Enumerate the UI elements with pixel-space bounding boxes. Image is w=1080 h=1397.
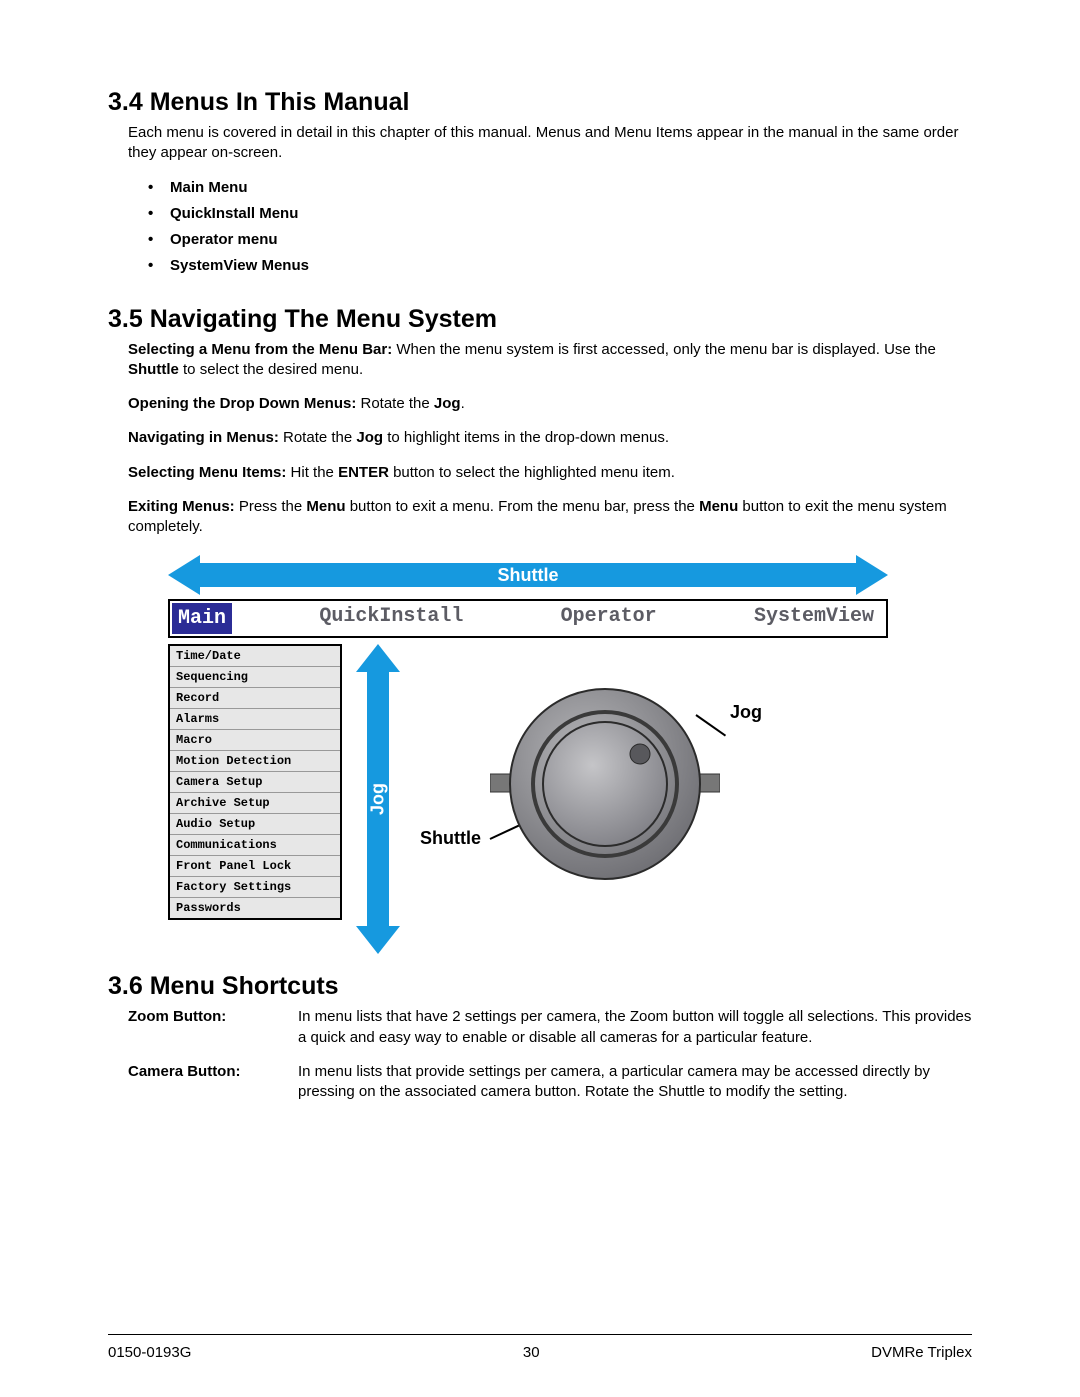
main-dropdown: Time/Date Sequencing Record Alarms Macro… [168, 644, 342, 920]
shortcut-label: Zoom Button: [128, 1007, 298, 1048]
tab-systemview: SystemView [742, 601, 886, 636]
footer-docnum: 0150-0193G [108, 1344, 191, 1361]
exiting-para: Exiting Menus: Press the Menu button to … [128, 497, 972, 538]
tab-quickinstall: QuickInstall [307, 601, 475, 636]
dropdown-item: Alarms [170, 709, 340, 730]
dropdown-item: Communications [170, 835, 340, 856]
heading-3-6: 3.6 Menu Shortcuts [108, 972, 972, 1001]
dropdown-item: Time/Date [170, 646, 340, 667]
dropdown-item: Motion Detection [170, 751, 340, 772]
dropdown-item: Archive Setup [170, 793, 340, 814]
bullet-item: Main Menu [148, 178, 972, 198]
tab-main: Main [172, 603, 232, 634]
dropdown-item: Audio Setup [170, 814, 340, 835]
shuttle-horizontal-arrow: Shuttle [168, 555, 888, 595]
jog-vertical-arrow: Jog [356, 644, 400, 954]
bullet-item: QuickInstall Menu [148, 204, 972, 224]
dropdown-item: Factory Settings [170, 877, 340, 898]
shortcut-camera: Camera Button: In menu lists that provid… [128, 1062, 972, 1103]
label-bold: Navigating in Menus: [128, 429, 279, 446]
label-bold: Selecting a Menu from the Menu Bar: [128, 341, 392, 358]
jog-shuttle-dial: Jog Shuttle [400, 644, 840, 944]
page-footer: 0150-0193G 30 DVMRe Triplex [108, 1344, 972, 1361]
arrow-right-icon [856, 555, 888, 595]
bullet-item: SystemView Menus [148, 256, 972, 276]
footer-rule [108, 1334, 972, 1335]
menu-bar: Main QuickInstall Operator SystemView [168, 599, 888, 638]
heading-3-5: 3.5 Navigating The Menu System [108, 305, 972, 334]
section34-bullets: Main Menu QuickInstall Menu Operator men… [148, 178, 972, 277]
arrow-up-icon [356, 644, 400, 672]
shortcut-zoom: Zoom Button: In menu lists that have 2 s… [128, 1007, 972, 1048]
section34-intro: Each menu is covered in detail in this c… [128, 123, 972, 164]
arrow-down-icon [356, 926, 400, 954]
navigating-para: Navigating in Menus: Rotate the Jog to h… [128, 428, 972, 448]
selecting-para: Selecting Menu Items: Hit the ENTER butt… [128, 463, 972, 483]
label-bold: Selecting Menu Items: [128, 464, 286, 481]
open-dropdown-para: Opening the Drop Down Menus: Rotate the … [128, 394, 972, 414]
tab-operator: Operator [549, 601, 669, 636]
dropdown-item: Passwords [170, 898, 340, 918]
dial-jog-label: Jog [730, 702, 762, 723]
footer-pagenum: 30 [523, 1344, 540, 1361]
select-menu-para: Selecting a Menu from the Menu Bar: When… [128, 340, 972, 381]
footer-product: DVMRe Triplex [871, 1344, 972, 1361]
dropdown-item: Macro [170, 730, 340, 751]
bullet-item: Operator menu [148, 230, 972, 250]
shuttle-h-label: Shuttle [168, 563, 888, 587]
shortcut-desc: In menu lists that have 2 settings per c… [298, 1007, 972, 1048]
dropdown-item: Record [170, 688, 340, 709]
dial-shuttle-label: Shuttle [420, 828, 481, 849]
label-bold: Opening the Drop Down Menus: [128, 395, 356, 412]
navigation-diagram: Shuttle Main QuickInstall Operator Syste… [168, 555, 888, 954]
dial-icon [490, 684, 720, 884]
heading-3-4: 3.4 Menus In This Manual [108, 88, 972, 117]
dropdown-item: Camera Setup [170, 772, 340, 793]
label-bold: Exiting Menus: [128, 498, 235, 515]
shortcut-desc: In menu lists that provide settings per … [298, 1062, 972, 1103]
jog-v-label: Jog [368, 783, 389, 815]
shortcut-label: Camera Button: [128, 1062, 298, 1103]
dropdown-item: Front Panel Lock [170, 856, 340, 877]
dropdown-item: Sequencing [170, 667, 340, 688]
